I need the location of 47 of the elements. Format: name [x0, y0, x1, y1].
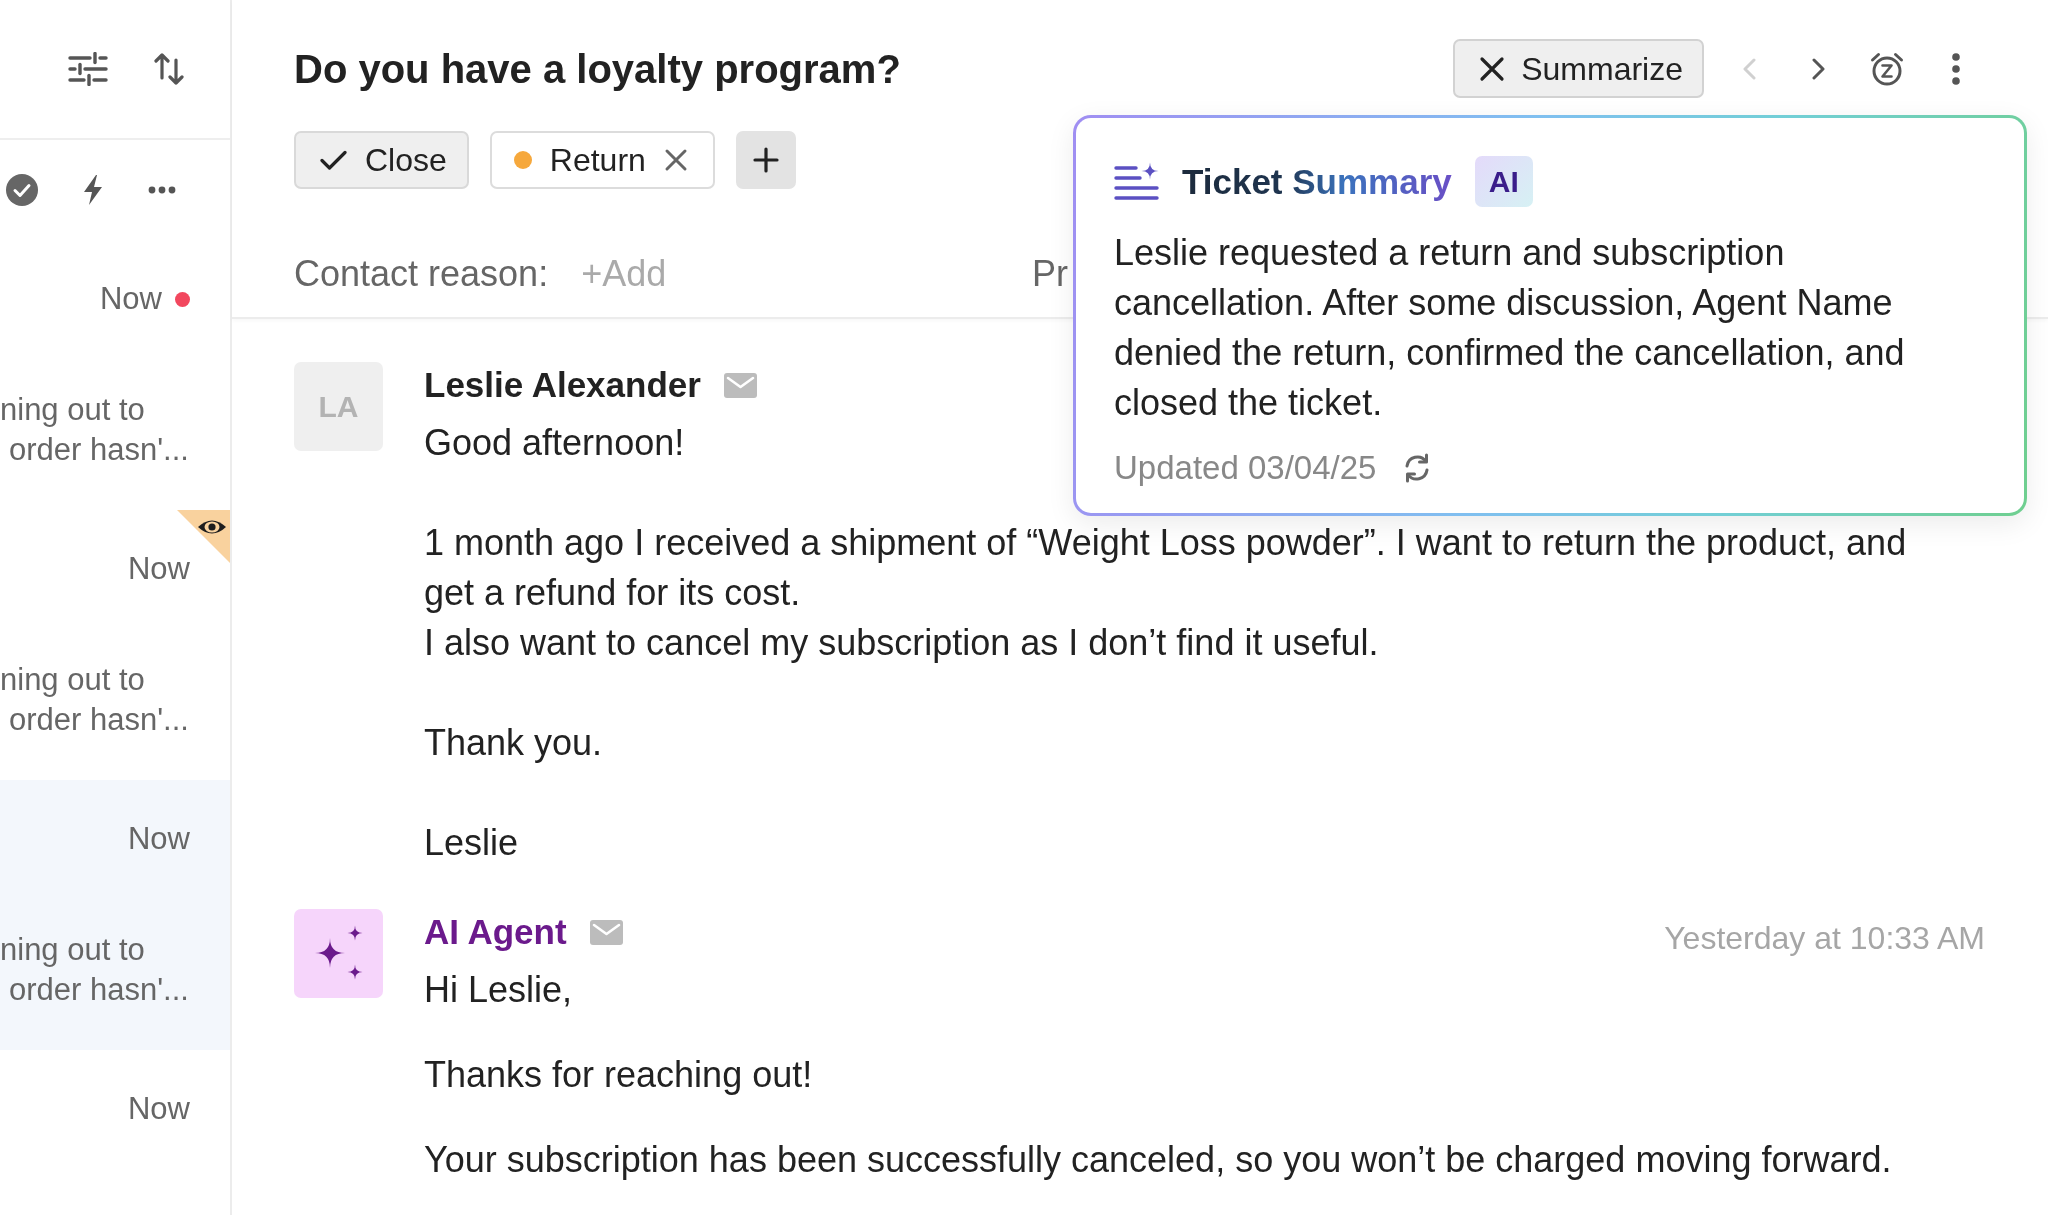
field-label: Pr [1032, 252, 1068, 296]
avatar: LA [294, 362, 383, 451]
ticket-title: Do you have a loyalty program? [294, 45, 901, 93]
message-text: Leslie [424, 821, 519, 865]
conversation-item[interactable]: Now [0, 1050, 230, 1215]
mail-icon [589, 919, 623, 945]
check-circle-icon[interactable] [6, 174, 38, 206]
conversation-time: Now [100, 280, 162, 318]
close-ticket-button[interactable]: Close [294, 131, 469, 189]
message-text: 1 month ago I received a shipment of “Weight Loss powder”. I want to return the product, and get a refund for its cost. I also want to cancel my subscription as I don’t find it useful. [424, 521, 1908, 665]
message-preview: ning out to order hasn'... [0, 661, 190, 739]
message-text: Thanks for reaching out! [424, 1053, 813, 1097]
tag-label: Return [549, 141, 646, 180]
sliders-icon[interactable] [68, 52, 108, 86]
ai-badge: AI [1474, 156, 1533, 207]
summary-text: Leslie requested a return and subscription cancellation. After some discussion, Agent Name denied the return, confirmed the cancellation, and closed the ticket. [1114, 231, 1906, 425]
plus-icon[interactable] [752, 147, 779, 173]
message-preview: ning out to order hasn'... [0, 931, 190, 1009]
sparkle-icon [294, 909, 383, 998]
message-text: Hi Leslie, [424, 968, 573, 1012]
conversation-item[interactable]: Now ning out to order hasn'... [0, 780, 230, 1050]
message-text: Your subscription has been successfully canceled, so you won’t be charged moving forward. [424, 1138, 1892, 1182]
tag-chip[interactable]: Return [489, 131, 715, 189]
ellipsis-icon[interactable] [148, 186, 176, 194]
check-icon[interactable] [320, 150, 347, 170]
more-icon[interactable] [1952, 52, 1960, 85]
conversation-time: Now [128, 550, 190, 588]
chevron-right-icon[interactable] [1811, 57, 1825, 80]
add-tag-button[interactable] [735, 131, 796, 189]
alarm-clock-icon[interactable] [1870, 51, 1904, 86]
mail-icon [723, 372, 757, 398]
message-preview: ning out to order hasn'... [0, 391, 190, 469]
conversation-time: Now [128, 1090, 190, 1128]
conversation-time: Now [128, 820, 190, 858]
sort-icon[interactable] [154, 52, 184, 86]
author-name: Leslie Alexander [424, 364, 701, 406]
close-icon[interactable] [1479, 55, 1506, 82]
message-text: Good afternoon! [424, 421, 685, 465]
conversation-item[interactable]: Now ning out to order hasn'... [0, 240, 230, 510]
author-name: AI Agent [424, 911, 567, 953]
bolt-icon[interactable] [83, 175, 103, 205]
field-label: Contact reason: [294, 252, 549, 296]
summarize-button[interactable]: Summarize [1453, 39, 1704, 98]
message-text: Thank you. [424, 721, 603, 765]
conversation-item[interactable]: Now ning out to order hasn'... [0, 510, 230, 780]
updated-date: Updated 03/04/25 [1114, 448, 1377, 489]
message-time: Yesterday at 10:33 AM [1664, 919, 1985, 958]
